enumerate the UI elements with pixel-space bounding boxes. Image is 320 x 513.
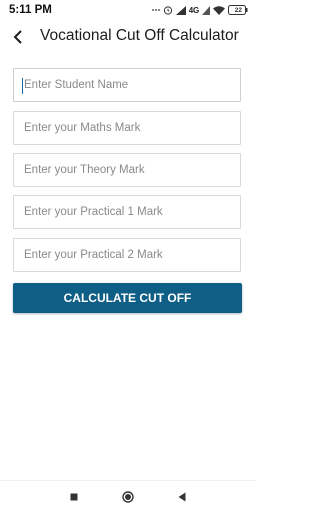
text-caret (22, 78, 23, 94)
back-triangle-icon (178, 492, 186, 502)
network-type: 4G (188, 5, 199, 15)
status-time: 5:11 PM (9, 4, 52, 16)
wifi-icon (213, 5, 225, 15)
alarm-icon (163, 5, 173, 15)
status-bar: 5:11 PM 4G 22 (0, 0, 256, 20)
practical1-mark-input[interactable] (13, 195, 241, 229)
app-bar: Vocational Cut Off Calculator (0, 22, 256, 52)
calculate-cutoff-button[interactable]: CALCULATE CUT OFF (13, 283, 242, 313)
status-icons: 4G 22 (151, 5, 248, 15)
signal-icon-2 (202, 5, 210, 15)
recents-square-icon (70, 493, 78, 501)
back-button[interactable] (9, 27, 27, 47)
home-button[interactable] (118, 487, 138, 507)
back-arrow-icon (13, 30, 22, 44)
recents-button[interactable] (64, 487, 84, 507)
student-name-input[interactable] (13, 68, 241, 102)
practical2-mark-input[interactable] (13, 238, 241, 272)
system-back-button[interactable] (172, 487, 192, 507)
dots-icon (151, 8, 160, 12)
page-title: Vocational Cut Off Calculator (40, 27, 239, 44)
system-nav-bar (0, 480, 256, 513)
battery-icon: 22 (228, 5, 248, 15)
maths-mark-input[interactable] (13, 111, 241, 145)
home-circle-icon (122, 491, 134, 503)
battery-level: 22 (234, 6, 242, 14)
signal-icon (175, 5, 186, 15)
theory-mark-input[interactable] (13, 153, 241, 187)
